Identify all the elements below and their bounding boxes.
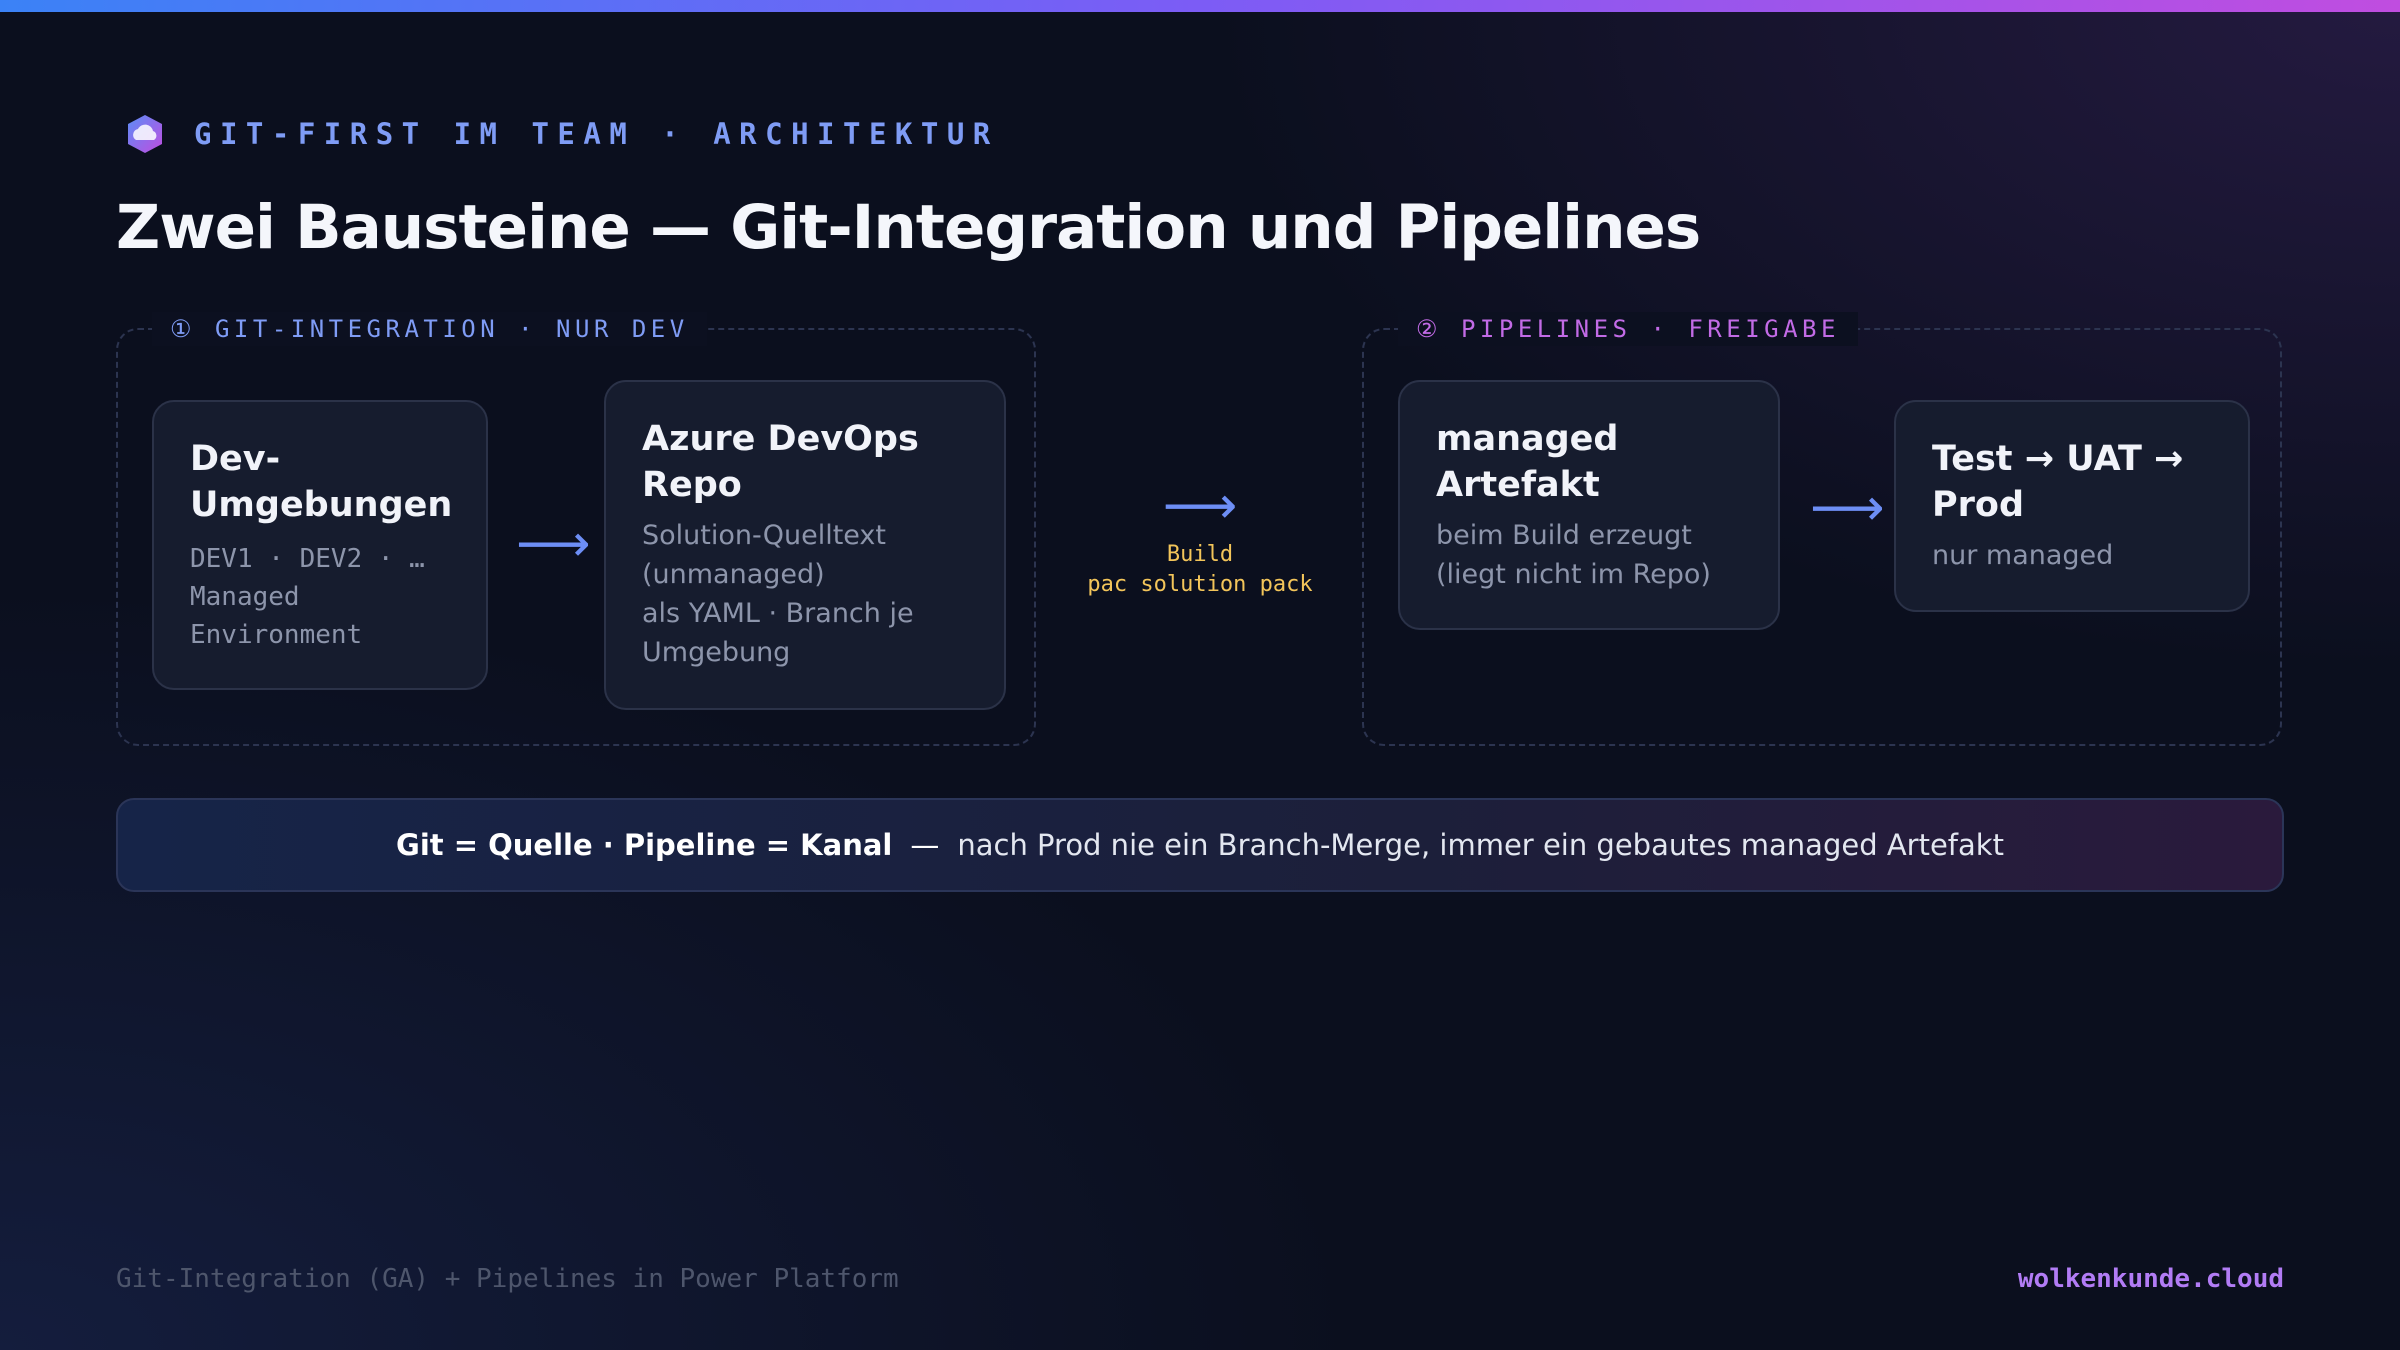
banner-text: nach Prod nie ein Branch-Merge, immer ei… xyxy=(957,828,2004,862)
build-label: Build xyxy=(1166,542,1234,567)
eyebrow-text: GIT-FIRST IM TEAM · ARCHITEKTUR xyxy=(194,117,999,151)
banner-separator: — xyxy=(910,828,940,862)
card-subtitle: nur managed xyxy=(1932,540,2114,571)
card-title: managed Artefakt xyxy=(1436,419,1619,505)
build-connector: ⟶ Build pac solution pack xyxy=(1074,480,1326,600)
card-title: Dev- Umgebungen xyxy=(190,439,453,525)
card-dev-environments: Dev- Umgebungen DEV1 · DEV2 · … Managed … xyxy=(152,400,488,690)
build-command: pac solution pack xyxy=(1087,572,1313,597)
group-git-integration: ① GIT-INTEGRATION · NUR DEV Dev- Umgebun… xyxy=(116,312,1036,746)
card-subtitle: beim Build erzeugt (liegt nicht im Repo) xyxy=(1436,520,1711,590)
card-managed-artifact: managed Artefakt beim Build erzeugt (lie… xyxy=(1398,380,1780,630)
card-test-uat-prod: Test → UAT → Prod nur managed xyxy=(1894,400,2250,612)
eyebrow: GIT-FIRST IM TEAM · ARCHITEKTUR xyxy=(124,113,999,155)
group-label: ① GIT-INTEGRATION · NUR DEV xyxy=(152,312,707,346)
arrow-right-icon: ⟶ xyxy=(1162,476,1238,536)
summary-banner: Git = Quelle · Pipeline = Kanal — nach P… xyxy=(116,798,2284,892)
banner-strong: Git = Quelle · Pipeline = Kanal xyxy=(396,828,893,862)
top-accent-bar xyxy=(0,0,2400,12)
card-title: Azure DevOps Repo xyxy=(642,419,919,505)
cloud-logo-icon xyxy=(128,115,162,153)
footer-caption: Git-Integration (GA) + Pipelines in Powe… xyxy=(116,1264,899,1294)
card-azure-devops-repo: Azure DevOps Repo Solution-Quelltext (un… xyxy=(604,380,1006,710)
footer-brand-link[interactable]: wolkenkunde.cloud xyxy=(2018,1264,2284,1294)
group-label: ② PIPELINES · FREIGABE xyxy=(1398,312,1858,346)
arrow-right-icon: ⟶ xyxy=(516,514,591,574)
card-subtitle: Solution-Quelltext (unmanaged) als YAML … xyxy=(642,520,914,668)
arrow-right-icon: ⟶ xyxy=(1810,478,1885,538)
card-title: Test → UAT → Prod xyxy=(1932,439,2184,525)
card-subtitle: DEV1 · DEV2 · … Managed Environment xyxy=(190,544,425,650)
group-pipelines: ② PIPELINES · FREIGABE managed Artefakt … xyxy=(1362,312,2282,746)
page-title: Zwei Bausteine — Git-Integration und Pip… xyxy=(116,192,1701,263)
